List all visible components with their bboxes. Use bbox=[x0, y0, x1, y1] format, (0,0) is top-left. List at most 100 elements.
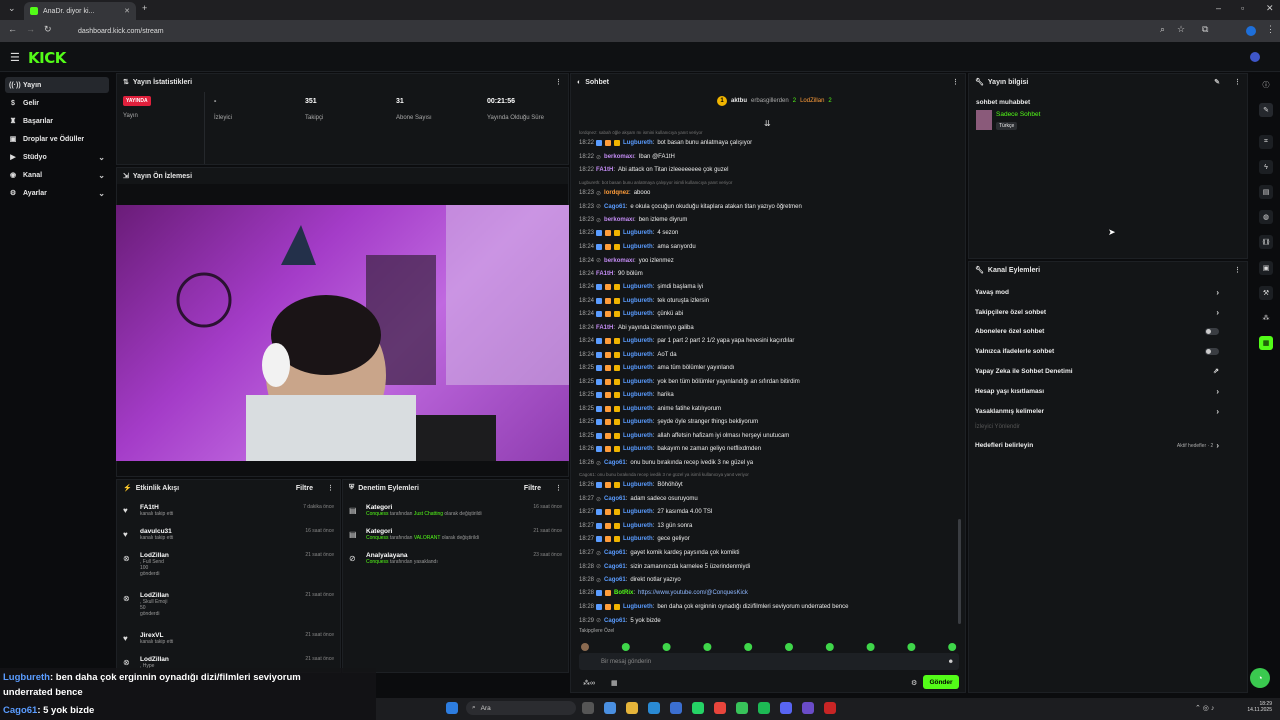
message-username[interactable]: berkomaxı bbox=[604, 258, 634, 264]
message-username[interactable]: Lugbureth bbox=[623, 523, 653, 529]
chat-message[interactable]: 18:27 ⊘ Cago61: adam sadece osuruyomu bbox=[579, 496, 698, 503]
chat-message[interactable]: 18:25 Lugbureth: ama tüm bölümler yayınlan… bbox=[579, 365, 734, 371]
chrome-icon[interactable] bbox=[714, 702, 726, 714]
message-username[interactable]: Lugbureth bbox=[623, 379, 653, 385]
message-username[interactable]: Lugbureth bbox=[623, 392, 653, 398]
reload-icon[interactable]: ↻ bbox=[44, 24, 52, 35]
chat-message[interactable]: 18:23 ⊘ lordqnez: abooo bbox=[579, 190, 650, 197]
chat-settings-icon[interactable]: ⚙ bbox=[911, 679, 917, 687]
message-username[interactable]: Lugbureth bbox=[623, 604, 653, 610]
emote-icon[interactable] bbox=[621, 643, 630, 651]
message-username[interactable]: Lugbureth bbox=[623, 509, 653, 515]
more-options-icon[interactable]: ⋮ bbox=[327, 484, 334, 492]
browser-tab[interactable]: AnaDr. diyor ki... ✕ bbox=[24, 2, 136, 20]
message-username[interactable]: Cago61 bbox=[604, 550, 626, 556]
message-username[interactable]: Lugbureth bbox=[623, 298, 653, 304]
more-options-icon[interactable]: ⋮ bbox=[1234, 266, 1241, 274]
minimize-icon[interactable]: – bbox=[1216, 3, 1221, 13]
chat-message[interactable]: 18:25 Lugbureth: yok ben tüm bölümler yayı… bbox=[579, 378, 800, 385]
chat-message[interactable]: 18:24 Lugbureth: şimdi başlama iyi bbox=[579, 284, 703, 290]
message-username[interactable]: Lugbureth bbox=[623, 244, 653, 250]
emote-icon[interactable] bbox=[948, 643, 957, 651]
chat-bubble-icon[interactable]: ◍ bbox=[1259, 210, 1273, 224]
chat-message[interactable]: 18:23 Lugbureth:4 sezon bbox=[579, 230, 678, 236]
message-username[interactable]: Lugbureth bbox=[623, 140, 653, 146]
chat-tools-icon[interactable]: ⁂∞ bbox=[583, 679, 595, 687]
activity-filter[interactable]: Filtre bbox=[296, 485, 313, 492]
subscribers-only-toggle[interactable] bbox=[1205, 328, 1219, 335]
tab-list-icon[interactable]: ⌄ bbox=[8, 3, 16, 14]
chat-message[interactable]: 18:22 ⊘ berkomaxı: Iban @FA1tH bbox=[579, 154, 675, 161]
chat-message[interactable]: 18:24 Lugbureth: ama sarıyordu bbox=[579, 243, 696, 250]
url-field[interactable]: dashboard.kick.com/stream bbox=[60, 25, 1180, 38]
maximize-icon[interactable]: ▫ bbox=[1241, 3, 1244, 13]
whatsapp-icon[interactable] bbox=[692, 702, 704, 714]
message-username[interactable]: Lugbureth bbox=[623, 230, 653, 236]
back-icon[interactable]: ← bbox=[8, 24, 17, 34]
bookmark-star-icon[interactable]: ☆ bbox=[1177, 24, 1185, 35]
message-username[interactable]: FA1tH bbox=[596, 167, 613, 173]
chat-message[interactable]: 18:27 Lugbureth: gece geliyor bbox=[579, 536, 690, 542]
chat-message[interactable]: 18:26 Lugbureth: bakayım ne zaman geliyo n… bbox=[579, 446, 761, 452]
edit-pencil-icon[interactable]: ✎ bbox=[1214, 78, 1220, 86]
scroll-down-icon[interactable]: ⇊ bbox=[764, 119, 771, 128]
message-username[interactable]: FA1tH bbox=[596, 271, 613, 277]
message-username[interactable]: Cago61 bbox=[604, 564, 626, 570]
chat-input[interactable]: Bir mesaj gönderin ☻ bbox=[579, 653, 959, 670]
emote-icon[interactable] bbox=[744, 643, 753, 651]
broadcast-quick-icon[interactable]: ⟪⟫ bbox=[1259, 235, 1273, 249]
message-username[interactable]: Lugbureth bbox=[623, 406, 653, 412]
add-widget-icon[interactable]: ⁂ bbox=[1259, 311, 1273, 325]
hamburger-menu-icon[interactable]: ☰ bbox=[10, 51, 20, 64]
chat-message[interactable]: 18:24 ⊘ berkomaxı: yoo izlenmez bbox=[579, 257, 674, 265]
chat-message[interactable]: 18:22 Lugbureth: bot basan bunu anlatmaya … bbox=[579, 140, 752, 146]
message-username[interactable]: berkomaxı bbox=[604, 154, 634, 160]
emote-icon[interactable] bbox=[825, 643, 834, 651]
kick-app-icon[interactable] bbox=[736, 702, 748, 714]
system-tray-icon[interactable]: ⌃ ◎ ♪ bbox=[1195, 704, 1214, 712]
emote-icon[interactable] bbox=[703, 643, 712, 651]
chat-message[interactable]: 18:26 Lugbureth: Böhöhöyt bbox=[579, 482, 683, 488]
more-options-icon[interactable]: ⋮ bbox=[1234, 78, 1241, 86]
chat-calendar-icon[interactable]: ▦ bbox=[611, 679, 618, 687]
discord-icon[interactable] bbox=[780, 702, 792, 714]
action-account-age[interactable]: Hesap yaşı kısıtlaması › bbox=[975, 387, 1219, 396]
close-window-icon[interactable]: ✕ bbox=[1266, 3, 1274, 14]
store-icon[interactable] bbox=[670, 702, 682, 714]
chat-message[interactable]: 18:27 Lugbureth:13 gün sonra bbox=[579, 522, 692, 529]
active-widget-icon[interactable]: ▦ bbox=[1259, 336, 1273, 350]
chat-message[interactable]: 18:22 FA1tH: Abi attack on Titan izleeeeee… bbox=[579, 167, 728, 173]
more-options-icon[interactable]: ⋮ bbox=[555, 484, 562, 492]
edge-browser-icon[interactable] bbox=[648, 702, 660, 714]
message-username[interactable]: Cago61 bbox=[604, 460, 626, 466]
chat-message[interactable]: 18:28 ⊘ Cago61: sizin zamanınızda karnelee … bbox=[579, 563, 750, 571]
chat-message[interactable]: 18:24 Lugbureth: tek oturuşta izlersin bbox=[579, 297, 709, 304]
action-followers-only[interactable]: Takipçilere özel sohbet › bbox=[975, 308, 1219, 317]
app-icon[interactable] bbox=[824, 702, 836, 714]
chat-message[interactable]: 18:26 ⊘ Cago61: onu bunu bırakında recep iv… bbox=[579, 460, 753, 467]
chat-message[interactable]: 18:24 FA1tH:90 bölüm bbox=[579, 271, 643, 277]
message-username[interactable]: Cago61 bbox=[604, 577, 626, 583]
action-ai-moderation[interactable]: Yapay Zeka ile Sohbet Denetimi ⇗ bbox=[975, 367, 1219, 376]
emote-icon[interactable] bbox=[785, 643, 793, 651]
chat-message[interactable]: 18:24 Lugbureth: AoT da bbox=[579, 351, 677, 358]
action-banned-words[interactable]: Yasaklanmış kelimeler › bbox=[975, 407, 1219, 416]
chat-message[interactable]: 18:27 ⊘ Cago61: gayet komik kardeş paysında… bbox=[579, 550, 739, 557]
message-username[interactable]: Lugbureth bbox=[623, 446, 653, 452]
message-username[interactable]: Lugbureth bbox=[623, 338, 653, 344]
stream-video[interactable] bbox=[116, 205, 569, 461]
kick-logo[interactable]: KICK bbox=[28, 49, 66, 67]
extensions-icon[interactable]: ⧉ bbox=[1202, 24, 1208, 35]
support-chat-icon[interactable]: ◔ bbox=[1250, 668, 1270, 688]
chat-scrollbar[interactable] bbox=[958, 519, 961, 624]
forward-icon[interactable]: → bbox=[26, 24, 35, 34]
message-username[interactable]: Lugbureth bbox=[623, 482, 653, 488]
video-icon[interactable]: ▣ bbox=[1259, 261, 1273, 275]
chat-message[interactable]: 18:25 Lugbureth: harika bbox=[579, 392, 674, 398]
more-options-icon[interactable]: ⋮ bbox=[555, 78, 562, 86]
message-username[interactable]: Cago61 bbox=[604, 204, 626, 210]
sidebar-item-studyo[interactable]: ▶ Stüdyo ⌄ bbox=[5, 149, 109, 165]
chat-message[interactable]: 18:25 Lugbureth: allah affetsin hafizam iy… bbox=[579, 432, 789, 439]
message-username[interactable]: Cago61 bbox=[604, 618, 626, 624]
browser-menu-icon[interactable]: ⋮ bbox=[1266, 24, 1275, 35]
